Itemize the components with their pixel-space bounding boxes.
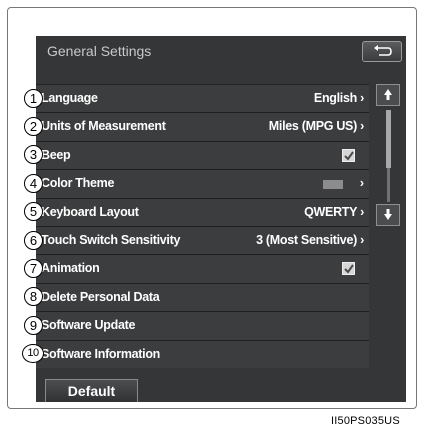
settings-row-label: Color Theme: [41, 176, 115, 191]
figure-caption: II50PS035US: [331, 415, 400, 427]
checkmark-icon: [344, 151, 354, 161]
callout-number: 7: [24, 258, 43, 278]
settings-row-label: Software Information: [41, 346, 161, 361]
color-swatch: [323, 180, 343, 190]
settings-screen: General Settings Language English › Units …: [36, 36, 406, 402]
settings-row-label: Software Update: [41, 318, 136, 333]
return-arrow-icon: [374, 45, 392, 56]
settings-row-value: Miles (MPG US) ›: [268, 119, 365, 134]
settings-row-label: Units of Measurement: [41, 119, 166, 134]
settings-list: Language English › Units of Measurement Mil…: [36, 84, 369, 368]
settings-row[interactable]: Software Update: [36, 311, 369, 340]
settings-row[interactable]: Software Information: [36, 339, 369, 368]
scrollbar-thumb[interactable]: [386, 110, 391, 168]
settings-row[interactable]: Beep: [36, 140, 369, 170]
settings-row[interactable]: Animation: [36, 254, 369, 283]
back-button[interactable]: [362, 41, 402, 62]
callout-number: 9: [24, 315, 43, 335]
settings-row-label: Touch Switch Sensitivity: [41, 232, 181, 247]
chevron-right-icon: ›: [359, 176, 364, 191]
checkbox[interactable]: [342, 262, 355, 276]
page-title: General Settings: [47, 43, 152, 59]
settings-row-value: English ›: [313, 91, 364, 105]
checkmark-icon: [344, 264, 354, 274]
settings-row[interactable]: Delete Personal Data: [36, 282, 369, 312]
callout-number: 5: [24, 202, 43, 222]
settings-row[interactable]: Color Theme ›: [36, 169, 369, 198]
settings-row[interactable]: Keyboard Layout QWERTY ›: [36, 197, 369, 226]
callout-number: 2: [24, 116, 43, 136]
callout-number: 10: [22, 344, 44, 364]
scroll-down-icon: [384, 209, 392, 220]
scroll-up-icon: [384, 89, 392, 100]
scroll-up-button[interactable]: [376, 84, 400, 106]
settings-row-label: Delete Personal Data: [41, 289, 160, 304]
callout-number: 4: [24, 173, 43, 193]
settings-row[interactable]: Language English ›: [36, 84, 369, 113]
settings-row-label: Keyboard Layout: [41, 204, 139, 219]
default-button[interactable]: Default: [45, 379, 138, 402]
scroll-down-button[interactable]: [376, 204, 400, 226]
settings-row-label: Animation: [41, 261, 100, 276]
settings-row[interactable]: Units of Measurement Miles (MPG US) ›: [36, 112, 369, 141]
settings-row-label: Language: [41, 91, 98, 105]
settings-row-value: 3 (Most Sensitive) ›: [256, 232, 364, 247]
callout-number: 6: [24, 230, 43, 250]
callout-number: 1: [24, 88, 43, 108]
settings-row-label: Beep: [41, 147, 71, 162]
settings-row-value: QWERTY ›: [304, 204, 364, 219]
checkbox[interactable]: [342, 148, 355, 162]
settings-row[interactable]: Touch Switch Sensitivity 3 (Most Sensitiv…: [36, 225, 369, 255]
